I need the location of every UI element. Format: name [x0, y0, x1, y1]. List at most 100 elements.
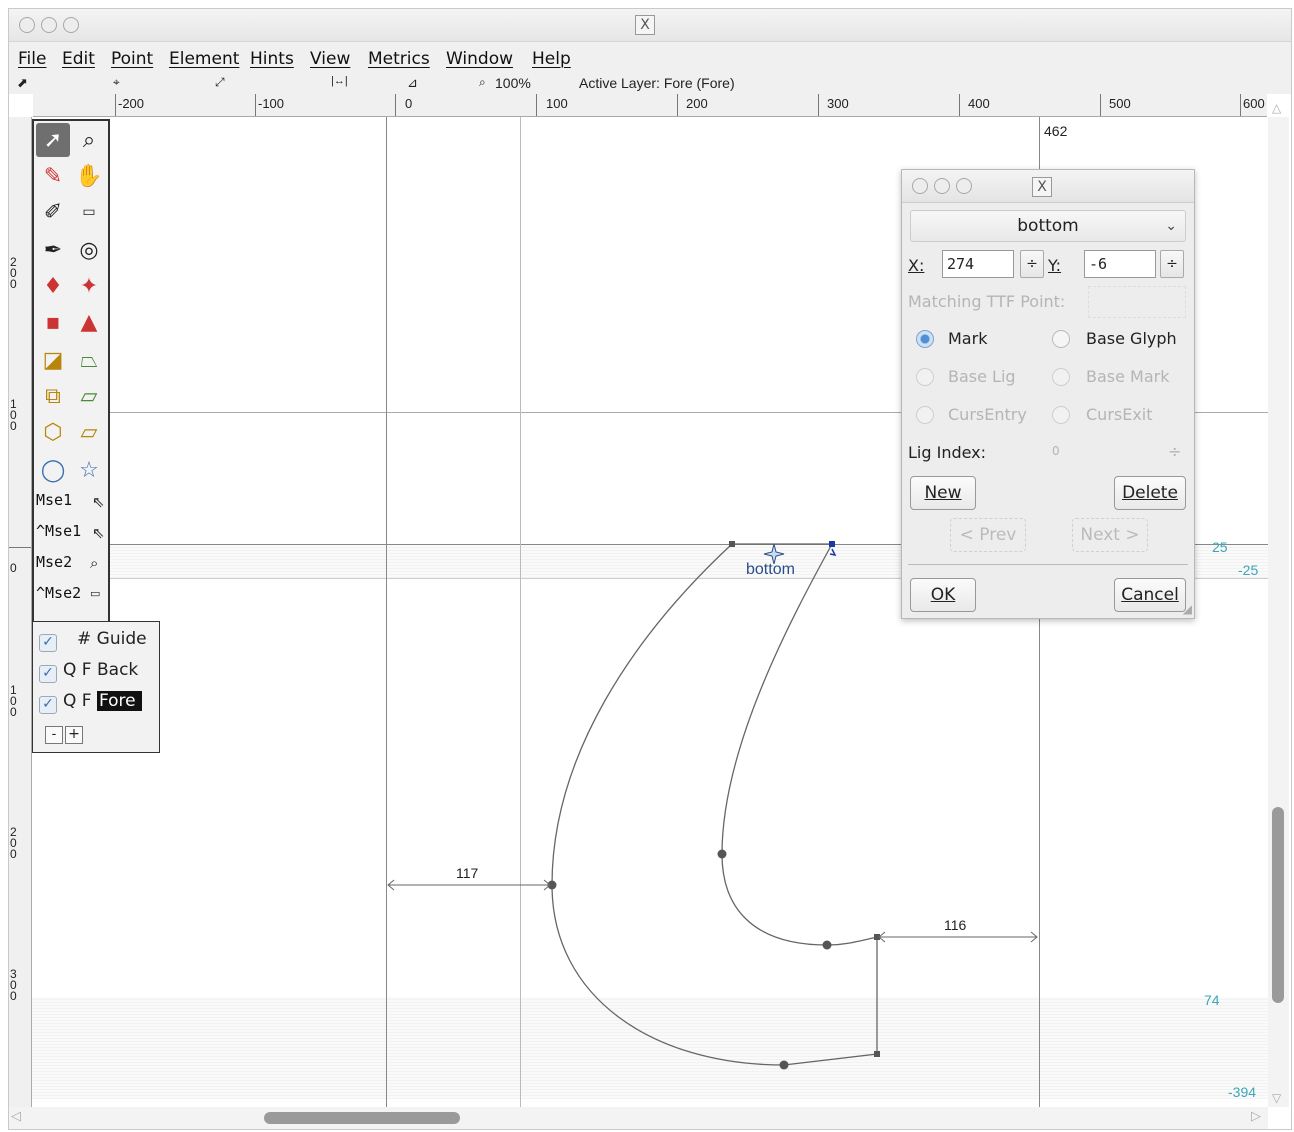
rotate-tool-icon[interactable]: ⧉ [36, 379, 70, 413]
corner-point[interactable] [729, 541, 735, 547]
ellipse-tool-icon[interactable]: ◯ [36, 453, 70, 487]
ruler-label: 500 [1109, 96, 1131, 111]
curve-point-tool-icon[interactable]: ♦ [36, 269, 70, 303]
ruler-label: 100 [10, 683, 17, 719]
menu-file[interactable]: File [18, 49, 46, 69]
curve-point[interactable] [779, 1060, 789, 1070]
ruler-label: -200 [118, 96, 145, 111]
magnify-tool-icon[interactable]: ⌕ [72, 123, 106, 157]
knife-tool-icon[interactable]: ✐ [36, 195, 70, 229]
mouse2-label: Mse2 [36, 553, 73, 571]
dimension-label-left: 117 [456, 865, 479, 881]
corner-point-tool-icon[interactable]: ▪ [36, 305, 70, 339]
menu-hints[interactable]: Hints [250, 49, 294, 69]
menu-point[interactable]: Point [111, 49, 153, 69]
contour-path[interactable] [551, 543, 878, 1066]
ruler-tool-icon[interactable]: ▭ [72, 195, 106, 229]
tangent-point-tool-icon[interactable]: ▲ [72, 305, 106, 339]
close-window-button[interactable] [19, 17, 35, 33]
dialog-maximize-button[interactable] [956, 178, 972, 194]
lig-index-spinner[interactable]: ÷ [1168, 442, 1181, 461]
ruler-label: -100 [258, 96, 285, 111]
checkbox[interactable]: ✓ [39, 696, 57, 714]
x-field[interactable]: 274 [942, 250, 1014, 278]
freehand-tool-icon[interactable]: ✎ [36, 159, 70, 193]
ruler-icon: ▭ [90, 587, 101, 600]
zoom-level: 100% [495, 75, 531, 91]
star-tool-icon[interactable]: ☆ [72, 453, 106, 487]
minimize-window-button[interactable] [41, 17, 57, 33]
layer-row-guide[interactable]: ✓ # Guide [39, 626, 147, 652]
radio-base-glyph[interactable] [1052, 330, 1070, 348]
lig-index-field[interactable]: 0 [1052, 444, 1060, 458]
lig-index-label: Lig Index: [908, 443, 987, 462]
radio-mark[interactable] [916, 330, 934, 348]
new-button[interactable]: New [910, 476, 976, 510]
menu-help[interactable]: Help [532, 49, 571, 69]
ruler-label: 100 [10, 397, 17, 433]
y-spinner[interactable]: ÷ [1160, 250, 1184, 278]
add-layer-button[interactable]: + [65, 726, 83, 744]
pen-tool-icon[interactable]: ✒ [36, 233, 70, 267]
curve-point[interactable] [822, 940, 832, 950]
anchor-label: bottom [746, 561, 795, 578]
anchor-class-select[interactable]: bottom ⌄ [910, 210, 1186, 242]
radio-curs-exit[interactable] [1052, 406, 1070, 424]
menu-element[interactable]: Element [169, 49, 239, 69]
vertical-scroll-thumb[interactable] [1272, 807, 1284, 1003]
radio-base-mark[interactable] [1052, 368, 1070, 386]
ruler-label: 100 [546, 96, 568, 111]
layer-row-fore[interactable]: ✓ Q F Fore [39, 688, 142, 714]
curve-point[interactable] [717, 849, 727, 859]
ruler-label: 600 [1243, 96, 1265, 111]
corner-point[interactable] [874, 1051, 880, 1057]
x-spinner[interactable]: ÷ [1020, 250, 1044, 278]
remove-layer-button[interactable]: - [45, 726, 63, 744]
x-window-icon: X [1032, 177, 1052, 197]
delete-button[interactable]: Delete [1114, 476, 1186, 510]
perspective-tool-icon[interactable]: ⏥ [72, 415, 106, 449]
cancel-button[interactable]: Cancel [1114, 578, 1186, 612]
zoom-icon: ⌕ [479, 75, 486, 89]
horizontal-scrollbar[interactable]: ◁ ▷ [9, 1107, 1268, 1129]
mouse1-label: Mse1 [36, 491, 73, 509]
scale-tool-icon[interactable]: ◪ [36, 343, 70, 377]
radio-base-lig[interactable] [916, 368, 934, 386]
y-field[interactable]: -6 [1084, 250, 1156, 278]
menu-edit[interactable]: Edit [62, 49, 95, 69]
prev-button[interactable]: < Prev [950, 518, 1026, 552]
scroll-up-icon[interactable]: △ [1272, 101, 1281, 115]
next-button[interactable]: Next > [1072, 518, 1148, 552]
checkbox[interactable]: ✓ [39, 634, 57, 652]
matching-ttf-field [1088, 286, 1186, 318]
dialog-close-button[interactable] [912, 178, 928, 194]
horizontal-scroll-thumb[interactable] [264, 1112, 460, 1124]
maximize-window-button[interactable] [63, 17, 79, 33]
checkbox[interactable]: ✓ [39, 665, 57, 683]
corner-point[interactable] [829, 541, 835, 547]
ctrl-mouse1-label: ^Mse1 [36, 522, 82, 540]
ok-button[interactable]: OK [910, 578, 976, 612]
layer-row-back[interactable]: ✓ Q F Back [39, 657, 138, 683]
ruler-label: 0 [405, 96, 413, 111]
scroll-right-icon[interactable]: ▷ [1251, 1109, 1261, 1124]
scroll-hand-tool-icon[interactable]: ✋ [72, 159, 106, 193]
ruler-label: 200 [686, 96, 708, 111]
direction-arrow-icon [829, 548, 837, 557]
menu-metrics[interactable]: Metrics [368, 49, 430, 69]
pointer-tool-icon[interactable]: ➚ [36, 123, 70, 157]
scroll-down-icon[interactable]: ▽ [1272, 1091, 1281, 1105]
skew-tool-icon[interactable]: ▱ [72, 379, 106, 413]
resize-grip-icon[interactable]: ◢ [1183, 602, 1192, 616]
menu-window[interactable]: Window [446, 49, 513, 69]
dialog-title-bar: X [902, 170, 1194, 203]
dialog-minimize-button[interactable] [934, 178, 950, 194]
radio-curs-entry[interactable] [916, 406, 934, 424]
scroll-left-icon[interactable]: ◁ [11, 1109, 21, 1124]
menu-view[interactable]: View [310, 49, 350, 69]
spiro-tool-icon[interactable]: ◎ [72, 233, 106, 267]
flip-tool-icon[interactable]: ⏢ [72, 343, 106, 377]
vertical-scrollbar[interactable]: △ ▽ [1268, 101, 1289, 1107]
hvcurve-point-tool-icon[interactable]: ✦ [72, 269, 106, 303]
3d-rotate-tool-icon[interactable]: ⬡ [36, 415, 70, 449]
